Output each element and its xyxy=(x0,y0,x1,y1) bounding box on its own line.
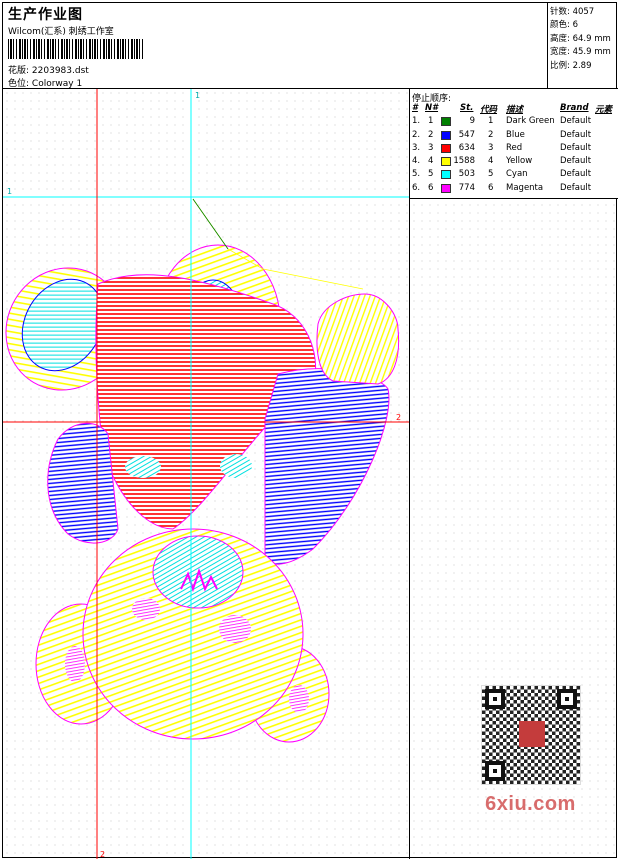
red-v-label: 2 xyxy=(100,850,105,859)
row-code: 3 xyxy=(488,142,494,153)
row-description: Magenta xyxy=(506,182,544,193)
barcode xyxy=(8,39,143,59)
right-arm-shape xyxy=(264,368,390,565)
foot-pad-right xyxy=(289,685,309,713)
left-blush xyxy=(132,598,160,620)
qr-code xyxy=(481,685,581,785)
row-brand: Default xyxy=(560,129,592,140)
row-index: 2. xyxy=(412,129,421,140)
table-header-row: # N# St. 代码 描述 Brand 元素 xyxy=(410,102,618,115)
stop-sequence-table: # N# St. 代码 描述 Brand 元素 1. 1 9 1 Dark Green D… xyxy=(410,102,618,195)
qr-logo xyxy=(519,721,545,747)
color-swatch xyxy=(441,117,451,127)
row-stitches: 503 xyxy=(458,169,475,180)
stat-scale: 比例: 2.89 xyxy=(550,61,592,71)
stat-colors: 颜色: 6 xyxy=(550,20,578,30)
cyan-h-label: 1 xyxy=(7,187,12,196)
row-code: 4 xyxy=(488,156,494,167)
row-index: 1. xyxy=(412,116,421,127)
color-panel: 停止顺序: # N# St. 代码 描述 Brand 元素 1. 1 9 1 Dark … xyxy=(410,89,618,859)
row-n: 5 xyxy=(428,169,434,180)
design-value: 2203983.dst xyxy=(31,66,89,76)
row-code: 2 xyxy=(488,129,494,140)
col-st: St. xyxy=(460,103,474,113)
production-sheet: 生产作业图 Wilcom(汇系) 刺绣工作室 花版: 2203983.dst 色… xyxy=(2,2,618,859)
row-description: Blue xyxy=(506,129,525,140)
col-n: N# xyxy=(425,103,439,113)
color-swatch xyxy=(441,157,451,167)
colorway-label: 色位: xyxy=(8,79,30,89)
row-brand: Default xyxy=(560,142,592,153)
row-description: Red xyxy=(506,142,523,153)
row-brand: Default xyxy=(560,116,592,127)
row-brand: Default xyxy=(560,156,592,167)
table-row[interactable]: 4. 4 1588 4 Yellow Default xyxy=(410,155,618,168)
col-element: 元素 xyxy=(595,105,613,115)
row-n: 4 xyxy=(428,156,434,167)
red-h-label: 2 xyxy=(396,413,401,422)
stat-width: 宽度: 45.9 mm xyxy=(550,47,611,57)
stop-sequence: 停止顺序: # N# St. 代码 描述 Brand 元素 1. 1 9 1 Dark … xyxy=(410,89,618,199)
row-n: 1 xyxy=(428,116,434,127)
row-description: Cyan xyxy=(506,169,528,180)
left-cheek xyxy=(125,456,161,478)
row-code: 6 xyxy=(488,182,494,193)
stat-stitches: 针数: 4057 xyxy=(550,7,595,17)
cyan-v-label: 1 xyxy=(195,91,200,100)
row-description: Dark Green xyxy=(506,116,555,127)
row-description: Yellow xyxy=(506,156,533,167)
row-brand: Default xyxy=(560,182,592,193)
table-row[interactable]: 1. 1 9 1 Dark Green Default xyxy=(410,115,618,128)
row-n: 2 xyxy=(428,129,434,140)
table-row[interactable]: 5. 5 503 5 Cyan Default xyxy=(410,168,618,181)
color-swatch xyxy=(441,183,451,193)
col-hash: # xyxy=(412,103,418,113)
row-index: 6. xyxy=(412,182,421,193)
color-swatch xyxy=(441,130,451,140)
foot-pad-left xyxy=(65,646,85,682)
stat-height: 高度: 64.9 mm xyxy=(550,34,611,44)
table-row[interactable]: 6. 6 774 6 Magenta Default xyxy=(410,182,618,195)
jump-stitch-green xyxy=(192,198,229,250)
row-n: 3 xyxy=(428,142,434,153)
right-blush xyxy=(219,615,251,643)
colorway-value: Colorway 1 xyxy=(31,79,83,89)
watermark: 6xiu.com xyxy=(473,683,588,823)
row-n: 6 xyxy=(428,182,434,193)
col-desc: 描述 xyxy=(506,105,524,115)
row-stitches: 9 xyxy=(469,116,475,127)
embroidery-preview: 1 1 2 2 xyxy=(3,89,409,859)
row-code: 5 xyxy=(488,169,494,180)
sheet-header: 生产作业图 Wilcom(汇系) 刺绣工作室 花版: 2203983.dst 色… xyxy=(3,3,548,89)
row-index: 5. xyxy=(412,169,421,180)
row-index: 4. xyxy=(412,156,421,167)
row-brand: Default xyxy=(560,169,592,180)
row-code: 1 xyxy=(488,116,494,127)
color-swatch xyxy=(441,170,451,180)
sheet-title: 生产作业图 xyxy=(8,7,83,23)
row-stitches: 547 xyxy=(458,129,475,140)
design-stats: 针数: 4057 颜色: 6 高度: 64.9 mm 宽度: 45.9 mm 比… xyxy=(548,3,618,89)
col-code: 代码 xyxy=(480,105,498,115)
watermark-site: 6xiu.com xyxy=(485,793,576,815)
left-arm-shape xyxy=(47,422,119,544)
color-swatch xyxy=(441,143,451,153)
design-label: 花版: xyxy=(8,66,30,76)
row-stitches: 1588 xyxy=(453,156,475,167)
right-cheek xyxy=(220,454,252,478)
design-file: 花版: 2203983.dst xyxy=(8,63,89,76)
raised-paw-shape xyxy=(316,293,400,385)
row-stitches: 634 xyxy=(458,142,475,153)
design-canvas[interactable]: 1 1 2 2 xyxy=(3,89,410,859)
row-stitches: 774 xyxy=(458,182,475,193)
colorway: 色位: Colorway 1 xyxy=(8,76,82,89)
row-index: 3. xyxy=(412,142,421,153)
table-row[interactable]: 2. 2 547 2 Blue Default xyxy=(410,129,618,142)
col-brand: Brand xyxy=(560,103,589,113)
company-name: Wilcom(汇系) 刺绣工作室 xyxy=(8,27,114,37)
table-row[interactable]: 3. 3 634 3 Red Default xyxy=(410,142,618,155)
